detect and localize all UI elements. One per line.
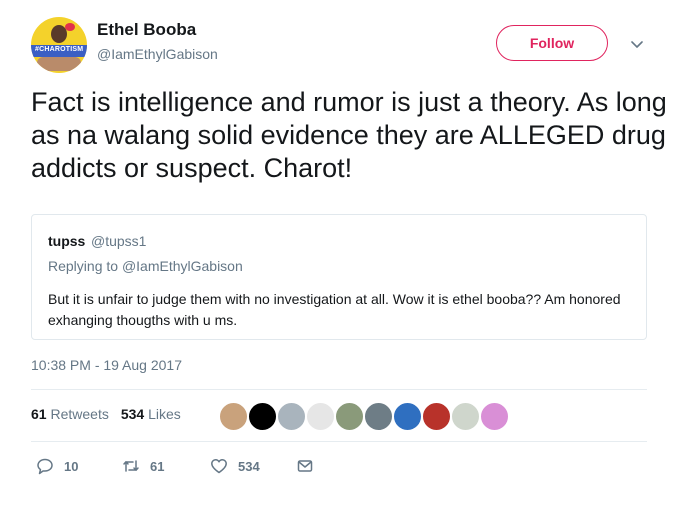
liker-avatar-user-avatar[interactable] (392, 401, 423, 432)
replying-to-mention[interactable]: @IamEthylGabison (122, 258, 243, 274)
liker-avatar-user-avatar[interactable] (218, 401, 249, 432)
retweets-count: 61 (31, 406, 47, 422)
direct-message-action[interactable] (296, 457, 314, 475)
divider-top (31, 389, 647, 390)
liker-avatar-user-avatar[interactable] (479, 401, 510, 432)
author-name[interactable]: Ethel Booba (97, 20, 196, 40)
retweets-label: Retweets (50, 406, 109, 422)
liker-avatar-user-avatar[interactable] (450, 401, 481, 432)
author-avatar[interactable]: #CHAROTISM (31, 17, 87, 73)
likes-stat[interactable]: 534 Likes (121, 406, 181, 422)
avatar-head (51, 25, 67, 43)
replying-to-prefix: Replying to (48, 258, 119, 274)
quoted-author-handle: @tupss1 (91, 233, 147, 249)
tweet-timestamp[interactable]: 10:38 PM - 19 Aug 2017 (31, 357, 182, 373)
heart-icon (211, 459, 227, 474)
avatar-badge-text: #CHAROTISM (35, 46, 84, 53)
liker-avatar-user-avatar[interactable] (247, 401, 278, 432)
retweet-count: 61 (150, 458, 165, 474)
quoted-tweet-text: But it is unfair to judge them with no i… (48, 291, 621, 328)
liker-avatar-meme-face-avatar[interactable] (305, 401, 336, 432)
chevron-down-icon[interactable] (630, 37, 644, 51)
liker-avatar-user-avatar[interactable] (421, 401, 452, 432)
divider-bottom (31, 441, 647, 442)
like-count: 534 (238, 458, 260, 474)
avatar-hands (37, 57, 81, 71)
liker-avatar-user-avatar[interactable] (334, 401, 365, 432)
quoted-tweet[interactable]: tupss @tupss1 Replying to @IamEthylGabis… (31, 214, 647, 340)
retweet-action[interactable]: 61 (122, 457, 210, 475)
retweets-stat[interactable]: 61 Retweets (31, 406, 109, 422)
envelope-icon (297, 460, 313, 472)
likes-label: Likes (148, 406, 181, 422)
reply-icon (37, 458, 53, 475)
follow-button[interactable]: Follow (496, 25, 608, 61)
likes-count: 534 (120, 406, 145, 422)
like-action[interactable]: 534 (210, 457, 296, 475)
avatar-bow (65, 23, 75, 31)
tweet-text: Fact is intelligence and rumor is just a… (31, 87, 667, 183)
liker-avatar-default-user-avatar[interactable] (276, 401, 307, 432)
retweet-icon (123, 460, 139, 472)
reply-count: 10 (64, 458, 79, 474)
engagement-stats: 61 Retweets 534 Likes (31, 406, 181, 422)
replying-to-line: Replying to @IamEthylGabison (48, 258, 243, 274)
reply-action[interactable]: 10 (36, 457, 122, 475)
liker-avatar-user-avatar[interactable] (363, 401, 394, 432)
likers-avatars (218, 401, 510, 432)
tweet-actions: 10 61 534 (36, 457, 314, 475)
author-handle[interactable]: @IamEthylGabison (97, 46, 218, 62)
quoted-author-name: tupss (48, 233, 86, 249)
